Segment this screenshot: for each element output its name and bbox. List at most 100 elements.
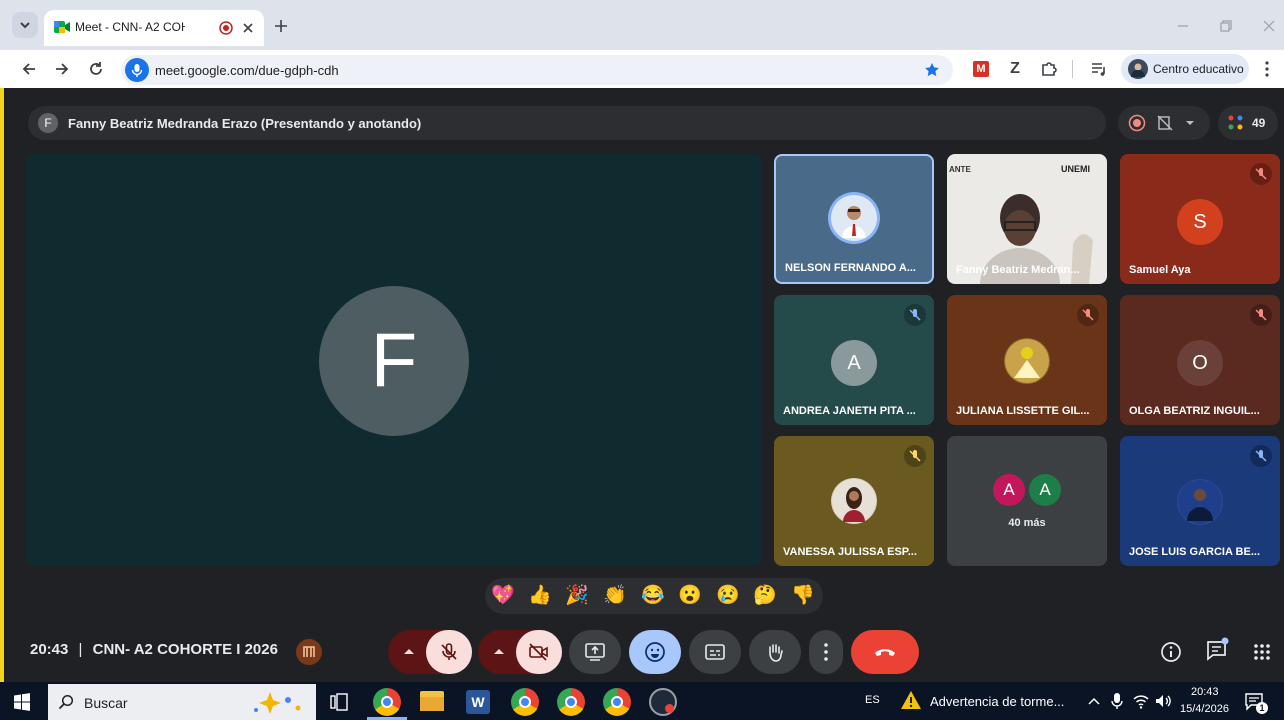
more-participants-label: 40 más — [1008, 517, 1046, 529]
more-participants-tile[interactable]: A A 40 más — [947, 436, 1107, 566]
volume-icon[interactable] — [1154, 693, 1172, 709]
participants-pill[interactable]: 49 — [1218, 106, 1278, 140]
camera-toggle-button[interactable] — [516, 630, 562, 674]
presenter-label: Fanny Beatriz Medranda Erazo (Presentand… — [68, 116, 422, 131]
reaction-party-popper[interactable]: 🎉 — [563, 584, 591, 608]
participant-tile[interactable]: ANTE UNEMI Fanny Beatriz Medran... — [947, 154, 1107, 284]
recorder-app-icon[interactable] — [649, 688, 677, 716]
leave-call-button[interactable] — [851, 630, 919, 674]
media-controls-icon[interactable] — [1090, 60, 1108, 78]
tab-search-button[interactable] — [12, 12, 38, 38]
weather-warning-text[interactable]: Advertencia de torme... — [930, 694, 1064, 709]
people-icon — [1228, 115, 1243, 130]
close-tab-icon[interactable] — [241, 21, 255, 35]
search-placeholder: Buscar — [84, 695, 128, 711]
mic-off-icon — [904, 445, 926, 467]
chrome-app-icon[interactable] — [373, 688, 401, 716]
mic-control-group — [388, 630, 472, 674]
mic-off-icon — [441, 643, 457, 660]
reaction-laughing[interactable]: 😂 — [639, 584, 667, 608]
participant-name: VANESSA JULISSA ESP... — [783, 546, 917, 558]
present-screen-button[interactable] — [569, 630, 621, 674]
extensions-puzzle-icon[interactable] — [1040, 60, 1058, 78]
chat-icon[interactable] — [1205, 636, 1231, 662]
chrome-app-icon[interactable] — [603, 688, 631, 716]
bookmark-star-icon[interactable] — [924, 62, 940, 78]
reaction-clapping[interactable]: 👏 — [601, 584, 629, 608]
host-controls-icon[interactable] — [296, 639, 322, 665]
weather-warning-icon[interactable] — [900, 690, 922, 710]
taskbar-time[interactable]: 20:43 — [1191, 686, 1219, 698]
meet-stage: F Fanny Beatriz Medranda Erazo (Presenta… — [0, 88, 1284, 682]
avatar — [1128, 59, 1148, 79]
chevron-up-icon[interactable] — [1087, 695, 1101, 707]
participant-name: NELSON FERNANDO A... — [785, 262, 916, 274]
restore-icon[interactable] — [1219, 19, 1233, 33]
participant-tile[interactable]: JOSE LUIS GARCIA BE... — [1120, 436, 1280, 566]
participant-name: Fanny Beatriz Medran... — [956, 264, 1080, 276]
notification-badge: 1 — [1256, 702, 1268, 714]
chevron-up-icon[interactable] — [401, 644, 417, 660]
activities-icon[interactable] — [1253, 643, 1271, 661]
captions-button[interactable] — [689, 630, 741, 674]
taskbar-date[interactable]: 15/4/2026 — [1180, 703, 1229, 715]
chrome-app-icon[interactable] — [557, 688, 585, 716]
participant-tile[interactable]: JULIANA LISSETTE GIL... — [947, 295, 1107, 425]
meeting-info-icon[interactable] — [1160, 641, 1182, 663]
avatar: O — [1177, 340, 1223, 386]
meeting-clock: 20:43 — [30, 641, 69, 658]
participant-tile[interactable]: VANESSA JULISSA ESP... — [774, 436, 934, 566]
close-window-icon[interactable] — [1262, 19, 1276, 33]
input-language[interactable]: ES — [865, 694, 880, 706]
participant-tile[interactable]: S Samuel Aya — [1120, 154, 1280, 284]
meeting-title: CNN- A2 COHORTE I 2026 — [92, 641, 278, 658]
profile-button[interactable]: Centro educativo — [1121, 54, 1249, 84]
transcript-off-icon — [1157, 115, 1173, 131]
mic-toggle-button[interactable] — [426, 630, 472, 674]
reaction-thumbs-down[interactable]: 👎 — [789, 584, 817, 608]
chevron-up-icon[interactable] — [491, 644, 507, 660]
browser-tab-meet[interactable]: Meet - CNN- A2 COHORTE — [44, 10, 264, 46]
extension-red-icon[interactable]: M — [973, 61, 989, 77]
address-bar[interactable]: meet.google.com/due-gdph-cdh — [121, 55, 953, 85]
participant-count: 49 — [1252, 116, 1266, 130]
avatar: A — [1029, 474, 1061, 506]
taskbar-search[interactable]: Buscar — [48, 684, 316, 720]
mic-off-icon — [904, 304, 926, 326]
participant-tile[interactable]: NELSON FERNANDO A... — [774, 154, 934, 284]
participant-name: Samuel Aya — [1129, 264, 1191, 276]
reaction-surprised[interactable]: 😮 — [676, 584, 704, 608]
recording-status-pill[interactable] — [1118, 106, 1210, 140]
reaction-thinking[interactable]: 🤔 — [751, 584, 779, 608]
participant-tile[interactable]: O OLGA BEATRIZ INGUIL... — [1120, 295, 1280, 425]
reaction-crying[interactable]: 😢 — [714, 584, 742, 608]
more-vert-icon — [824, 643, 828, 661]
recording-icon — [219, 21, 233, 35]
new-tab-icon[interactable] — [274, 19, 288, 33]
windows-start-icon[interactable] — [13, 693, 31, 711]
forward-icon[interactable] — [53, 60, 71, 78]
meet-logo-icon — [54, 21, 70, 33]
task-view-icon[interactable] — [330, 693, 348, 711]
presenter-banner: F Fanny Beatriz Medranda Erazo (Presenta… — [28, 106, 1106, 140]
reaction-sparkling-heart[interactable]: 💖 — [489, 584, 517, 608]
extension-z-icon[interactable]: Z — [1007, 60, 1023, 78]
reactions-button[interactable] — [629, 630, 681, 674]
mic-permission-icon[interactable] — [125, 58, 149, 82]
mic-off-icon — [1250, 304, 1272, 326]
reaction-thumbs-up[interactable]: 👍 — [526, 584, 554, 608]
minimize-icon[interactable] — [1176, 19, 1190, 33]
reload-icon[interactable] — [87, 60, 105, 78]
chrome-app-icon[interactable] — [511, 688, 539, 716]
participant-tile[interactable]: A ANDREA JANETH PITA ... — [774, 295, 934, 425]
microphone-icon[interactable] — [1110, 692, 1124, 710]
file-explorer-icon[interactable] — [420, 691, 444, 711]
word-app-icon[interactable]: W — [466, 690, 490, 714]
back-icon[interactable] — [20, 60, 38, 78]
wifi-icon[interactable] — [1132, 693, 1150, 709]
more-options-button[interactable] — [809, 630, 843, 674]
search-icon — [58, 694, 74, 710]
raise-hand-button[interactable] — [749, 630, 801, 674]
main-presenter-tile[interactable]: F — [26, 154, 762, 566]
kebab-menu-icon[interactable] — [1263, 60, 1271, 78]
